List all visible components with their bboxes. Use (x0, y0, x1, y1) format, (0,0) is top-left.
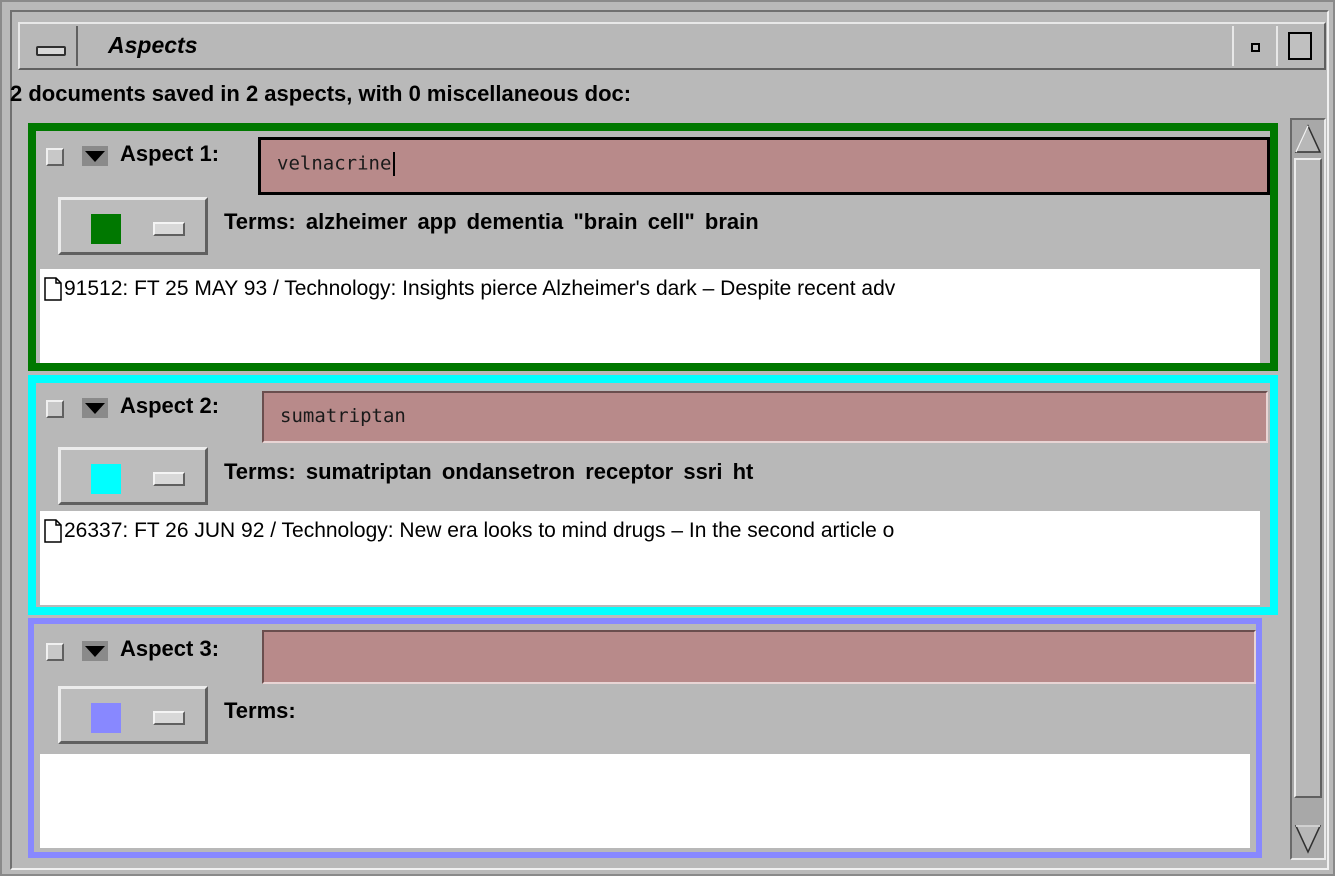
document-row[interactable]: 26337: FT 26 JUN 92 / Technology: New er… (44, 519, 895, 544)
document-icon (44, 519, 62, 544)
aspect-3-label: Aspect 3: (120, 636, 220, 661)
minimize-button[interactable] (1232, 26, 1274, 66)
aspect-2-color-swatch (91, 464, 121, 494)
minimize-icon (1251, 43, 1260, 52)
aspect-3-terms: Terms: (224, 698, 296, 723)
aspect-3-color-swatch (91, 703, 121, 733)
title-bar[interactable]: Aspects (18, 22, 1326, 70)
aspect-1-color-swatch (91, 214, 121, 244)
aspect-1-terms: Terms: alzheimer app dementia "brain cel… (224, 209, 759, 234)
aspect-panel-1: Aspect 1: velnacrine Terms: alzheimer ap… (28, 123, 1278, 371)
document-title: 91512: FT 25 MAY 93 / Technology: Insigh… (64, 277, 896, 300)
status-text: 2 documents saved in 2 aspects, with 0 m… (10, 81, 632, 106)
aspect-3-query-input[interactable] (262, 630, 1256, 684)
window-menu-icon (36, 46, 66, 56)
aspect-panel-2: Aspect 2: sumatriptan Terms: sumatriptan… (28, 375, 1278, 615)
maximize-icon (1288, 32, 1312, 60)
aspect-1-document-list[interactable]: 91512: FT 25 MAY 93 / Technology: Insigh… (40, 269, 1260, 363)
aspect-1-option-icon (153, 222, 185, 236)
aspect-3-color-button[interactable] (58, 686, 208, 744)
aspect-2-toggle[interactable] (46, 400, 64, 418)
aspect-2-terms: Terms: sumatriptan ondansetron receptor … (224, 459, 754, 484)
aspect-3-toggle[interactable] (46, 643, 64, 661)
aspect-2-query-input[interactable]: sumatriptan (262, 391, 1268, 443)
scroll-up-arrow-icon[interactable] (1294, 124, 1322, 154)
scroll-down-arrow-icon[interactable] (1294, 824, 1322, 854)
aspect-1-query-input[interactable]: velnacrine (258, 137, 1270, 195)
window-menu-button[interactable] (22, 26, 78, 66)
document-row[interactable]: 91512: FT 25 MAY 93 / Technology: Insigh… (44, 277, 896, 302)
aspect-2-label: Aspect 2: (120, 393, 220, 418)
maximize-button[interactable] (1276, 26, 1322, 66)
aspect-3-option-icon (153, 711, 185, 725)
aspect-3-collapse-icon[interactable] (82, 641, 108, 661)
vertical-scrollbar[interactable] (1290, 118, 1326, 860)
aspect-2-query-value: sumatriptan (280, 405, 406, 427)
aspect-2-color-button[interactable] (58, 447, 208, 505)
aspect-2-document-list[interactable]: 26337: FT 26 JUN 92 / Technology: New er… (40, 511, 1260, 605)
text-cursor-icon (393, 152, 396, 176)
aspect-1-collapse-icon[interactable] (82, 146, 108, 166)
aspect-1-label: Aspect 1: (120, 141, 220, 166)
aspect-1-query-value: velnacrine (277, 152, 392, 175)
document-title: 26337: FT 26 JUN 92 / Technology: New er… (64, 519, 895, 542)
aspect-3-document-list[interactable] (40, 754, 1250, 848)
aspect-panel-3: Aspect 3: Terms: (28, 618, 1262, 858)
aspect-2-option-icon (153, 472, 185, 486)
document-icon (44, 277, 62, 302)
window-title: Aspects (108, 32, 198, 58)
aspect-1-toggle[interactable] (46, 148, 64, 166)
scrollbar-thumb[interactable] (1294, 158, 1322, 798)
aspect-1-color-button[interactable] (58, 197, 208, 255)
aspect-2-collapse-icon[interactable] (82, 398, 108, 418)
